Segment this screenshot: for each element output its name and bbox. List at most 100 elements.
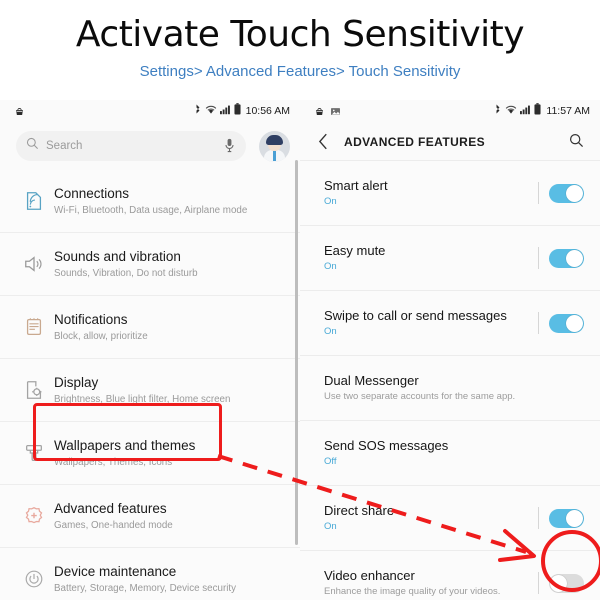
left-status-bar: 10:56 AM [0,100,300,124]
toggle-divider [538,247,539,269]
row-title: Advanced features [54,501,167,516]
search-icon[interactable] [569,133,584,153]
feature-row-dual-messenger[interactable]: Dual Messenger Use two separate accounts… [300,356,600,421]
feature-row-video-enhancer[interactable]: Video enhancer Enhance the image quality… [300,551,600,600]
row-subtitle: Enhance the image quality of your videos… [324,586,501,598]
signal-icon [520,104,531,118]
app-header: ADVANCED FEATURES [300,124,600,161]
status-left-icons [314,104,341,122]
settings-row-connections[interactable]: Connections Wi-Fi, Bluetooth, Data usage… [0,170,300,233]
row-subtitle: Sounds, Vibration, Do not disturb [54,268,198,279]
scrollbar[interactable] [295,160,298,545]
search-input[interactable]: Search [16,131,246,161]
search-icon [26,137,39,155]
settings-row-display[interactable]: Display Brightness, Blue light filter, H… [0,359,300,422]
advanced-features-list: Smart alert On Easy mute On Swipe to cal… [300,161,600,600]
toggle-switch[interactable] [549,508,584,528]
bluetooth-icon [194,103,202,118]
toggle-switch[interactable] [549,183,584,203]
row-title: Wallpapers and themes [54,438,196,453]
feature-row-direct-share[interactable]: Direct share On [300,486,600,551]
toggle-knob [550,574,567,592]
feature-row-send-sos-messages[interactable]: Send SOS messages Off [300,421,600,486]
toggle-area [528,247,592,269]
toggle-divider [538,182,539,204]
settings-row-sounds-and-vibration[interactable]: Sounds and vibration Sounds, Vibration, … [0,233,300,296]
feature-row-swipe-to-call-or-send-messages[interactable]: Swipe to call or send messages On [300,291,600,356]
row-subtitle: Block, allow, prioritize [54,331,148,342]
chevron-left-icon[interactable] [318,133,329,155]
app-basket-icon [314,104,325,122]
right-phone-screen: 11:57 AM ADVANCED FEATURES Smart alert O… [300,100,600,600]
right-status-time: 11:57 AM [546,104,590,117]
header: Activate Touch Sensitivity Settings> Adv… [0,0,600,100]
app-header-title: ADVANCED FEATURES [344,135,486,149]
settings-row-wallpapers-and-themes[interactable]: Wallpapers and themes Wallpapers, Themes… [0,422,300,485]
row-status: Off [324,456,337,468]
wifi-icon [205,104,217,118]
row-status: On [324,326,337,338]
row-text: Send SOS messages Off [324,429,528,477]
toggle-knob [566,184,583,202]
row-subtitle: Brightness, Blue light filter, Home scre… [54,394,231,405]
toggle-divider [538,312,539,334]
row-title: Dual Messenger [324,373,419,389]
tutorial-screenshot: Activate Touch Sensitivity Settings> Adv… [0,0,600,600]
wallpaper-brush-icon [14,442,54,464]
row-text: Display Brightness, Blue light filter, H… [54,365,300,415]
toggle-knob [566,314,583,332]
row-text: Advanced features Games, One-handed mode [54,491,300,541]
avatar-hair [266,135,283,145]
row-title: Video enhancer [324,568,415,584]
settings-row-device-maintenance[interactable]: Device maintenance Battery, Storage, Mem… [0,548,300,600]
microphone-icon[interactable] [224,138,235,158]
row-subtitle: Use two separate accounts for the same a… [324,391,516,403]
row-title: Display [54,375,99,390]
row-title: Device maintenance [54,564,177,579]
advanced-features-icon [14,505,54,527]
toggle-knob [566,509,583,527]
right-status-bar: 11:57 AM [300,100,600,124]
row-text: Notifications Block, allow, prioritize [54,302,300,352]
row-status: On [324,196,337,208]
feature-row-smart-alert[interactable]: Smart alert On [300,161,600,226]
settings-row-notifications[interactable]: Notifications Block, allow, prioritize [0,296,300,359]
row-status: On [324,521,337,533]
row-subtitle: Battery, Storage, Memory, Device securit… [54,583,237,594]
row-text: Smart alert On [324,169,528,217]
left-phone-screen: 10:56 AM Search Connections Wi-Fi, Bluet… [0,100,301,600]
settings-row-advanced-features[interactable]: Advanced features Games, One-handed mode [0,485,300,548]
row-title: Notifications [54,312,128,327]
notifications-icon [14,316,54,338]
row-text: Wallpapers and themes Wallpapers, Themes… [54,428,300,478]
toggle-area [528,507,592,529]
battery-icon [234,103,241,118]
sound-icon [14,253,54,275]
row-title: Easy mute [324,243,386,259]
row-text: Swipe to call or send messages On [324,299,528,347]
row-text: Device maintenance Battery, Storage, Mem… [54,554,300,600]
left-status-time: 10:56 AM [245,104,290,117]
search-placeholder: Search [46,140,83,152]
feature-row-easy-mute[interactable]: Easy mute On [300,226,600,291]
row-subtitle: Games, One-handed mode [54,520,173,531]
page-title: Activate Touch Sensitivity [75,14,525,55]
settings-list: Connections Wi-Fi, Bluetooth, Data usage… [0,170,300,600]
row-text: Direct share On [324,494,528,542]
connections-icon [14,190,54,212]
toggle-switch[interactable] [549,248,584,268]
signal-icon [219,104,231,118]
toggle-switch[interactable] [549,313,584,333]
toggle-divider [538,507,539,529]
row-text: Video enhancer Enhance the image quality… [324,559,528,600]
toggle-knob [566,249,583,267]
row-subtitle: Wallpapers, Themes, Icons [54,457,173,468]
toggle-area [528,572,592,594]
wifi-icon [505,104,517,118]
avatar[interactable] [259,131,290,162]
device-maintenance-icon [14,568,54,590]
toggle-area [528,312,592,334]
toggle-switch[interactable] [549,573,584,593]
row-title: Send SOS messages [324,438,449,454]
row-text: Sounds and vibration Sounds, Vibration, … [54,239,300,289]
